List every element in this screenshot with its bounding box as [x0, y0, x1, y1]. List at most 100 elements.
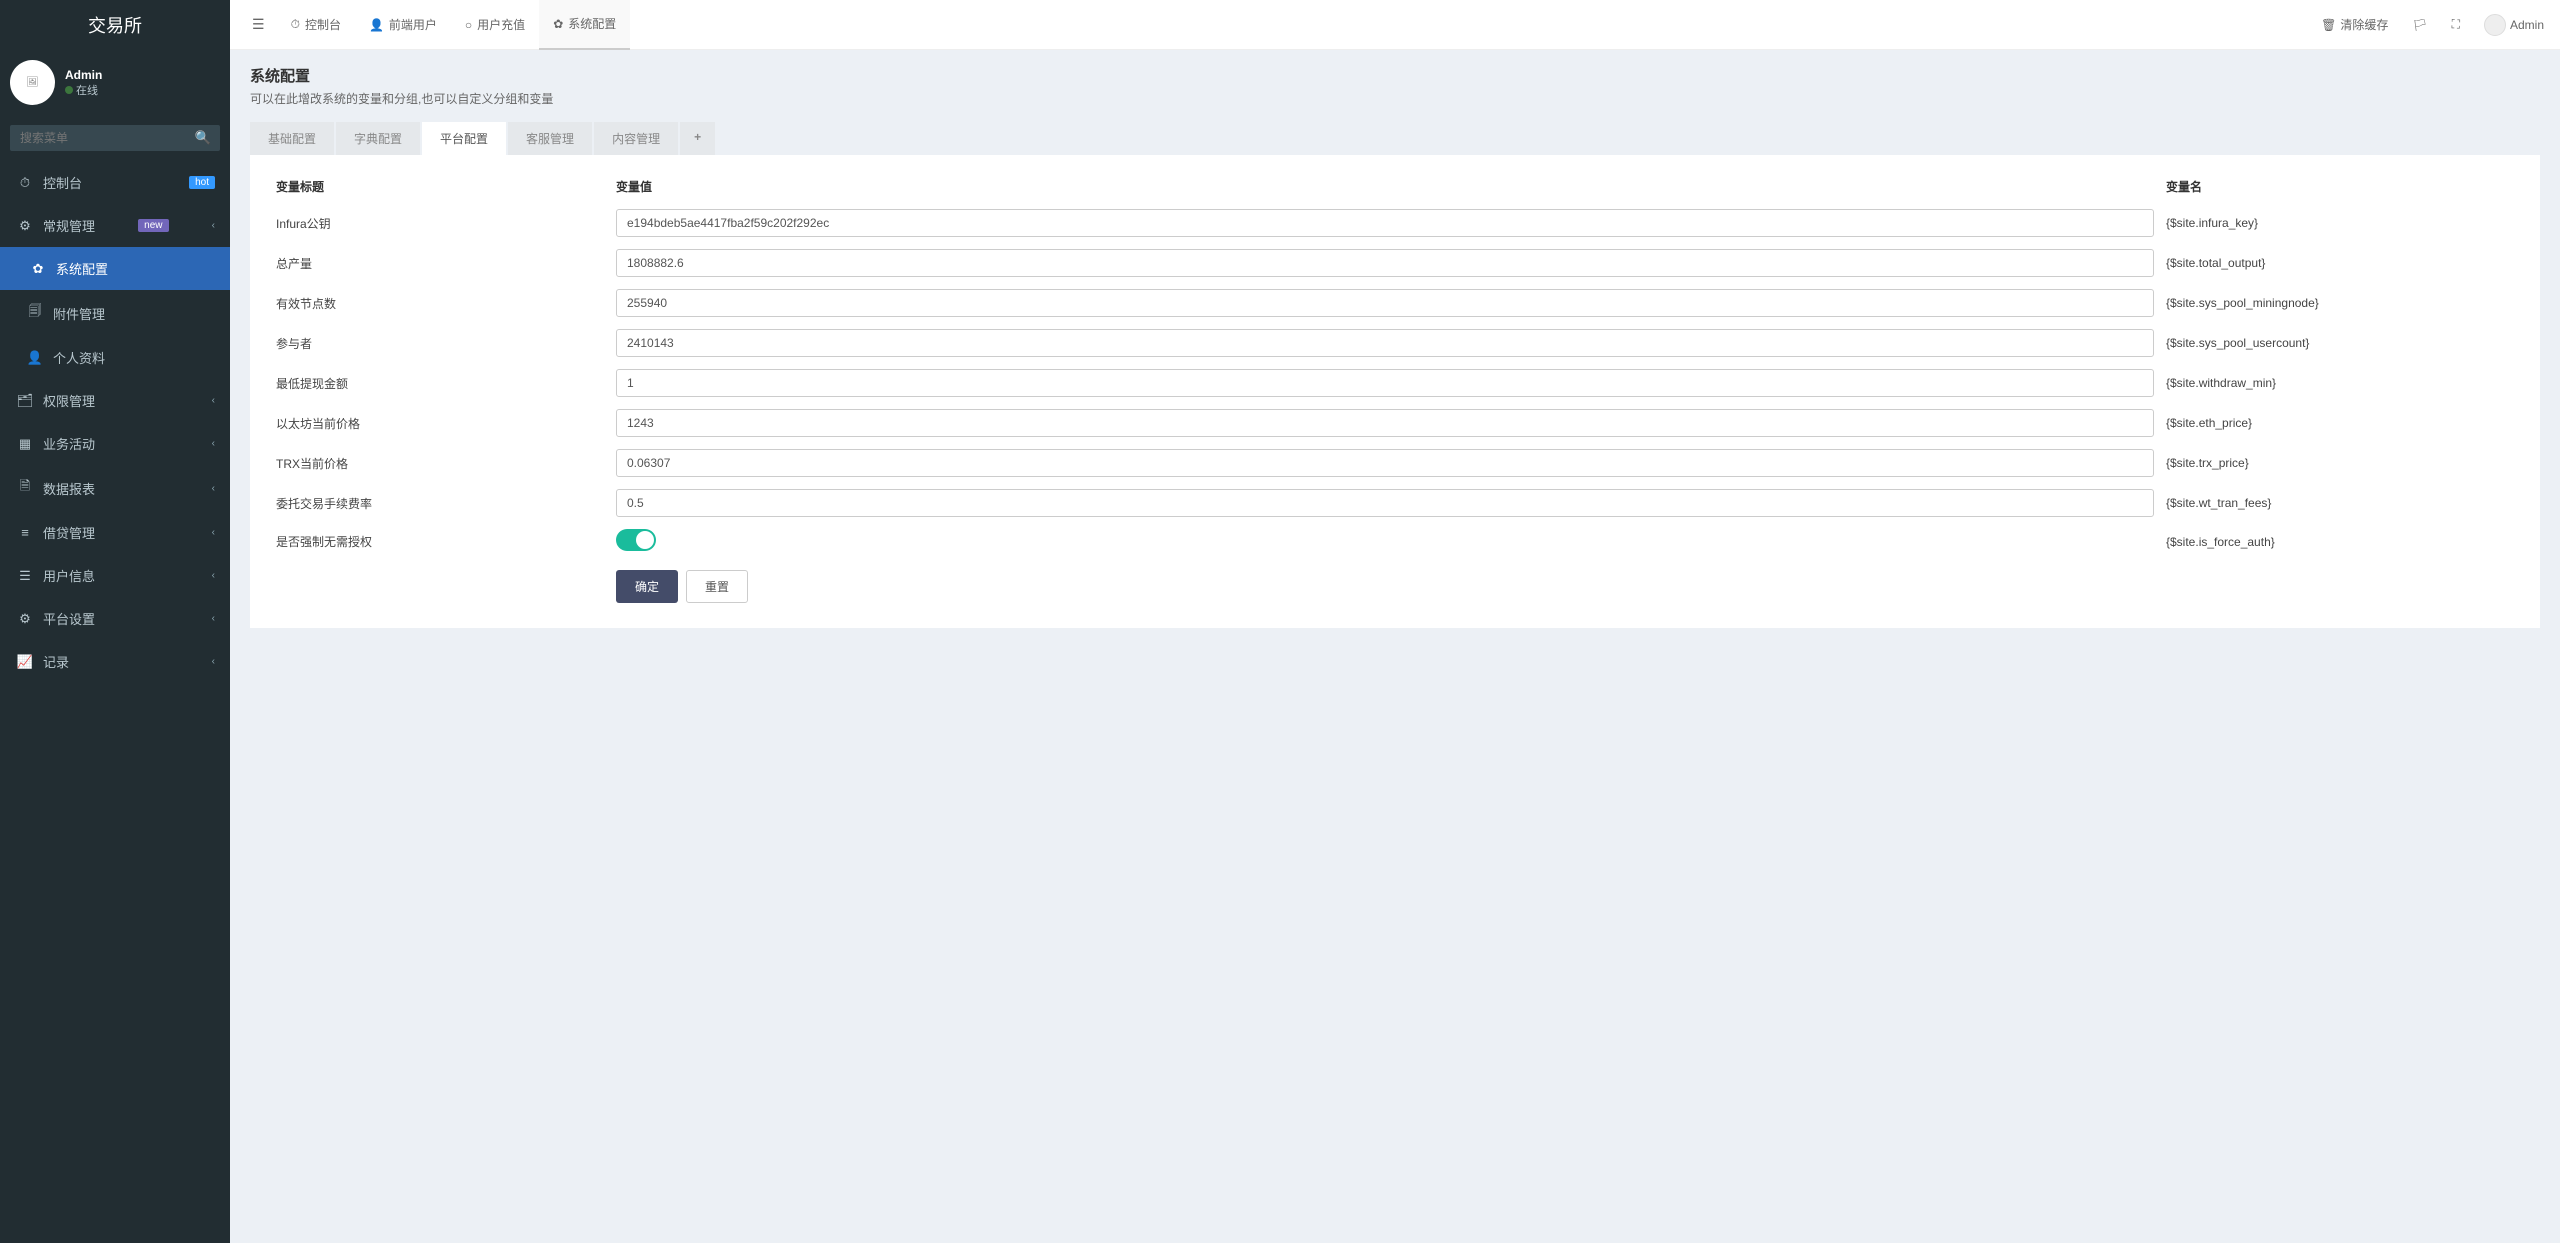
- topnav-user[interactable]: Admin: [2478, 14, 2550, 36]
- fullscreen-icon: ⛶: [2452, 17, 2460, 32]
- trash-icon: 🗑: [2321, 18, 2336, 32]
- config-input-5[interactable]: [616, 409, 2154, 437]
- badge: new: [138, 219, 168, 232]
- row-label: 以太坊当前价格: [270, 403, 610, 443]
- app-logo[interactable]: 交易所: [0, 0, 230, 50]
- badge: hot: [189, 176, 215, 189]
- chevron-left-icon: ‹: [212, 527, 215, 538]
- menu-icon: ☰: [15, 568, 35, 584]
- sidebar-menu: ⏱控制台hot⚙常规管理new‹✿系统配置🗐附件管理👤个人资料🗂权限管理‹▦业务…: [0, 161, 230, 683]
- menu-icon: 👤: [25, 350, 45, 366]
- tab-label: 控制台: [305, 16, 341, 33]
- table-row: 委托交易手续费率{$site.wt_tran_fees}: [270, 483, 2520, 523]
- sidebar-item-1[interactable]: ⚙常规管理new‹: [0, 204, 230, 247]
- tab-label: 用户充值: [477, 16, 525, 33]
- chevron-left-icon: ‹: [212, 483, 215, 494]
- config-input-1[interactable]: [616, 249, 2154, 277]
- table-row: 总产量{$site.total_output}: [270, 243, 2520, 283]
- menu-label: 数据报表: [43, 479, 95, 498]
- row-label: 参与者: [270, 323, 610, 363]
- th-label: 变量标题: [270, 170, 610, 203]
- row-value-cell: [610, 443, 2160, 483]
- sidebar-item-4[interactable]: 👤个人资料: [0, 336, 230, 379]
- row-label: TRX当前价格: [270, 443, 610, 483]
- search-button[interactable]: 🔍: [186, 125, 220, 151]
- tab-label: 前端用户: [389, 16, 437, 33]
- menu-label: 借贷管理: [43, 523, 95, 542]
- menu-icon: 🗐: [25, 302, 45, 324]
- config-input-4[interactable]: [616, 369, 2154, 397]
- fullscreen-button[interactable]: ⛶: [2446, 17, 2466, 32]
- tab-icon: ✿: [553, 17, 563, 31]
- sidebar-item-5[interactable]: 🗂权限管理‹: [0, 379, 230, 422]
- topnav-tab-0[interactable]: ⏱ 控制台: [277, 0, 355, 50]
- topnav-tab-3[interactable]: ✿ 系统配置: [539, 0, 630, 50]
- status-dot-icon: [65, 86, 73, 94]
- menu-icon: ⏱: [15, 175, 35, 191]
- config-tab-2[interactable]: 平台配置: [422, 122, 506, 155]
- config-tabs: 基础配置字典配置平台配置客服管理内容管理+: [250, 122, 2540, 155]
- sidebar-item-8[interactable]: ≡借贷管理‹: [0, 511, 230, 554]
- config-input-7[interactable]: [616, 489, 2154, 517]
- config-input-0[interactable]: [616, 209, 2154, 237]
- topnav-tab-2[interactable]: ○ 用户充值: [451, 0, 539, 50]
- language-button[interactable]: 🏳: [2406, 18, 2433, 32]
- user-status: 在线: [65, 82, 102, 98]
- search-input[interactable]: [10, 125, 186, 151]
- config-tab-3[interactable]: 客服管理: [508, 122, 592, 155]
- sidebar-item-6[interactable]: ▦业务活动‹: [0, 422, 230, 465]
- reset-button[interactable]: 重置: [686, 570, 748, 603]
- row-label: 委托交易手续费率: [270, 483, 610, 523]
- row-value-cell: [610, 483, 2160, 523]
- tab-label: 系统配置: [568, 15, 616, 32]
- row-label: 总产量: [270, 243, 610, 283]
- row-var-name: {$site.eth_price}: [2160, 403, 2520, 443]
- sidebar-item-0[interactable]: ⏱控制台hot: [0, 161, 230, 204]
- row-value-cell: [610, 403, 2160, 443]
- table-row: 是否强制无需授权{$site.is_force_auth}: [270, 523, 2520, 560]
- row-label: 最低提现金额: [270, 363, 610, 403]
- config-input-3[interactable]: [616, 329, 2154, 357]
- user-panel: 🖼 Admin 在线: [0, 50, 230, 115]
- row-label: 有效节点数: [270, 283, 610, 323]
- avatar[interactable]: 🖼: [10, 60, 55, 105]
- row-var-name: {$site.is_force_auth}: [2160, 523, 2520, 560]
- sidebar-toggle-icon[interactable]: ☰: [240, 16, 277, 33]
- row-value-cell: [610, 363, 2160, 403]
- config-tab-4[interactable]: 内容管理: [594, 122, 678, 155]
- sidebar-item-2[interactable]: ✿系统配置: [0, 247, 230, 290]
- menu-label: 记录: [43, 652, 69, 671]
- menu-icon: 🗎: [15, 477, 35, 499]
- menu-icon: ⚙: [15, 611, 35, 627]
- tab-icon: ○: [465, 18, 472, 32]
- table-row: TRX当前价格{$site.trx_price}: [270, 443, 2520, 483]
- sidebar-item-9[interactable]: ☰用户信息‹: [0, 554, 230, 597]
- table-row: 参与者{$site.sys_pool_usercount}: [270, 323, 2520, 363]
- th-value: 变量值: [610, 170, 2160, 203]
- sidebar-item-10[interactable]: ⚙ 平台设置 ‹: [0, 597, 230, 640]
- page-subtitle: 可以在此增改系统的变量和分组,也可以自定义分组和变量: [250, 90, 2540, 107]
- topnav-tab-1[interactable]: 👤前端用户: [355, 0, 451, 50]
- config-tab-0[interactable]: 基础配置: [250, 122, 334, 155]
- sidebar-item-3[interactable]: 🗐附件管理: [0, 290, 230, 336]
- table-row: 最低提现金额{$site.withdraw_min}: [270, 363, 2520, 403]
- menu-label: 用户信息: [43, 566, 95, 585]
- menu-icon: ▦: [15, 436, 35, 452]
- clear-cache-button[interactable]: 🗑清除缓存: [2315, 16, 2394, 33]
- tab-icon: ⏱: [291, 17, 300, 32]
- menu-label: 平台设置: [43, 609, 95, 628]
- config-input-2[interactable]: [616, 289, 2154, 317]
- confirm-button[interactable]: 确定: [616, 570, 678, 603]
- sidebar-item-11[interactable]: 📈记录‹: [0, 640, 230, 683]
- toggle-switch[interactable]: [616, 529, 656, 551]
- config-tab-1[interactable]: 字典配置: [336, 122, 420, 155]
- topnav-tabs: ⏱ 控制台 👤前端用户 ○ 用户充值 ✿ 系统配置: [277, 0, 631, 50]
- row-value-cell: [610, 283, 2160, 323]
- config-table: 变量标题 变量值 变量名 Infura公钥{$site.infura_key}总…: [270, 170, 2520, 560]
- add-tab-button[interactable]: +: [680, 122, 715, 155]
- chevron-left-icon: ‹: [212, 395, 215, 406]
- sidebar-item-7[interactable]: 🗎 数据报表 ‹: [0, 465, 230, 511]
- sidebar-search: 🔍: [0, 115, 230, 161]
- config-input-6[interactable]: [616, 449, 2154, 477]
- chevron-left-icon: ‹: [212, 613, 215, 624]
